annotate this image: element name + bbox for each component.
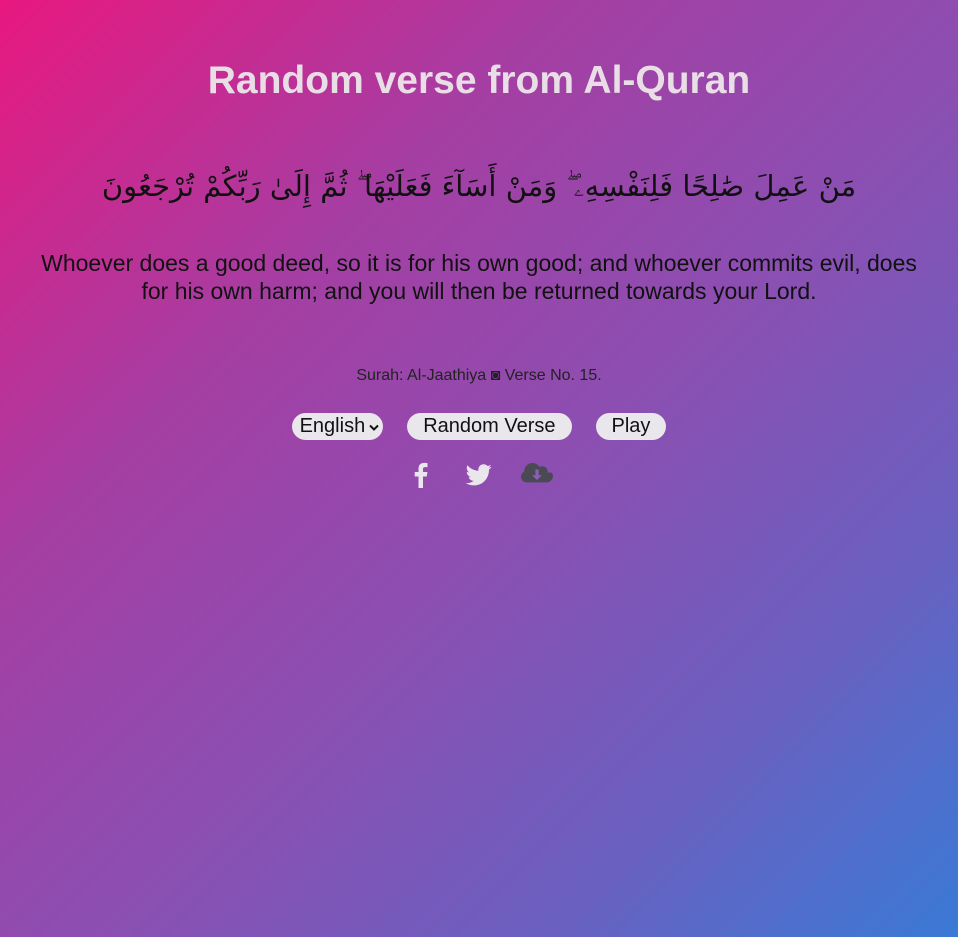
controls-bar: English Random Verse Play: [0, 413, 958, 440]
verse-translation: Whoever does a good deed, so it is for h…: [41, 250, 917, 304]
twitter-icon[interactable]: [462, 460, 496, 490]
play-button[interactable]: Play: [595, 413, 667, 440]
language-select[interactable]: English: [291, 413, 384, 440]
language-select-value: English: [299, 415, 366, 437]
verse-reference: Surah: Al-Jaathiya ◙ Verse No. 15.: [356, 367, 602, 384]
arabic-verse-text: مَنْ عَمِلَ صَٰلِحًا فَلِنَفْسِهِۦ ۖ وَم…: [101, 169, 857, 203]
social-links: [0, 460, 958, 490]
cloud-download-icon[interactable]: [520, 460, 554, 490]
chevron-down-icon: [369, 421, 379, 435]
page-title: Random verse from Al-Quran: [207, 59, 751, 102]
random-verse-button[interactable]: Random Verse: [407, 413, 572, 440]
facebook-icon[interactable]: [404, 460, 438, 490]
